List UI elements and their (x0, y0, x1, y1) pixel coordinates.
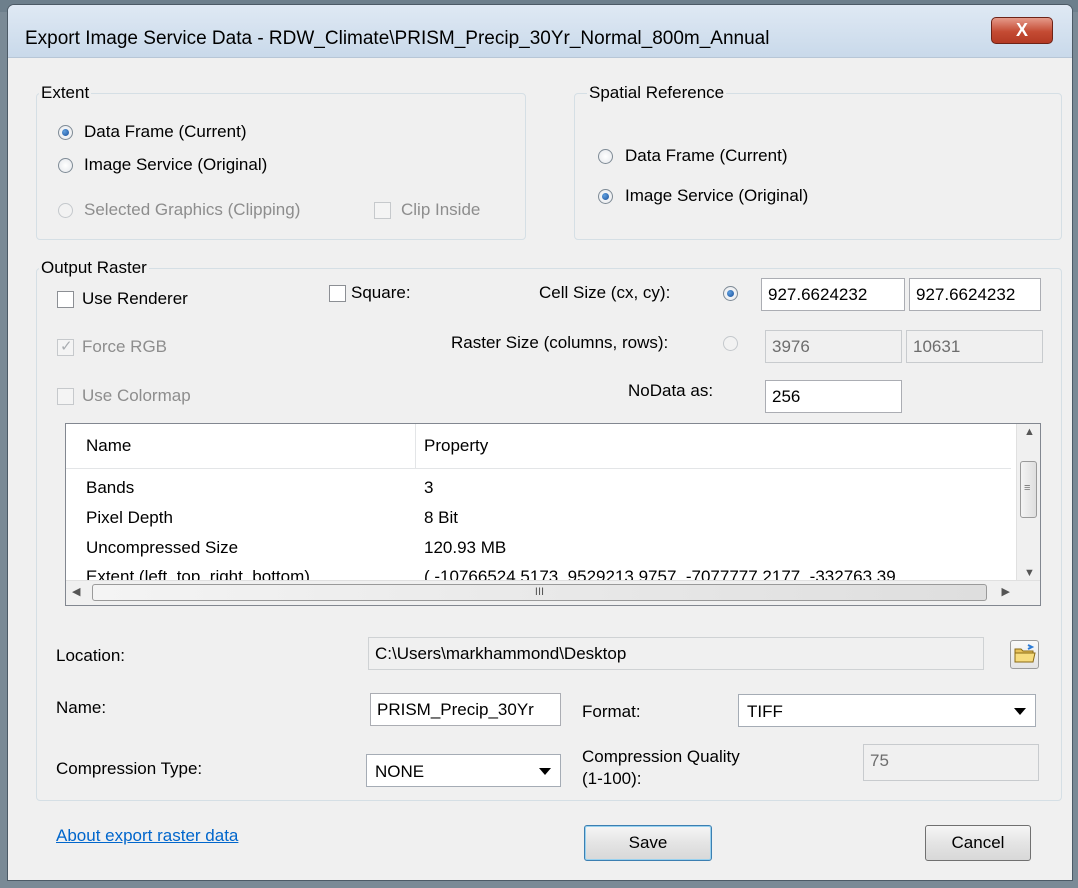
close-icon: X (1015, 20, 1028, 40)
compression-quality-input[interactable]: 75 (863, 744, 1039, 781)
chevron-down-icon (1014, 708, 1026, 715)
export-dialog: Export Image Service Data - RDW_Climate\… (7, 4, 1073, 881)
row-name: Bands (86, 478, 135, 497)
extent-data-frame-label: Data Frame (Current) (84, 122, 247, 141)
scroll-down-icon[interactable]: ▼ (1024, 567, 1035, 579)
cancel-button[interactable]: Cancel (925, 825, 1031, 861)
name-label: Name: (56, 698, 107, 717)
use-colormap-label: Use Colormap (82, 386, 191, 405)
browse-folder-button[interactable] (1010, 640, 1039, 669)
use-renderer-label: Use Renderer (82, 289, 188, 308)
square-label: Square: (351, 283, 411, 302)
nodata-label: NoData as: (628, 381, 714, 400)
compression-type-value: NONE (375, 762, 425, 781)
format-label: Format: (582, 702, 641, 721)
spatial-reference-group (574, 93, 1062, 240)
vertical-scrollbar[interactable]: ▲ ≡ ▼ (1016, 424, 1040, 582)
extent-selected-graphics-label: Selected Graphics (Clipping) (84, 200, 301, 219)
location-label: Location: (56, 646, 125, 665)
chevron-down-icon (539, 768, 551, 775)
output-raster-legend: Output Raster (39, 258, 149, 278)
compression-type-dropdown[interactable]: NONE (366, 754, 561, 787)
window-title: Export Image Service Data - RDW_Climate\… (25, 28, 770, 49)
grip-icon: ≡ (1024, 482, 1031, 494)
save-button[interactable]: Save (584, 825, 712, 861)
location-input[interactable]: C:\Users\markhammond\Desktop (368, 637, 984, 670)
column-divider (415, 424, 416, 468)
close-button[interactable]: X (991, 17, 1053, 44)
scroll-left-icon[interactable]: ◀ (72, 585, 80, 598)
folder-icon (1014, 644, 1036, 663)
sr-image-service-radio[interactable] (598, 189, 613, 204)
spatial-reference-legend: Spatial Reference (587, 83, 727, 103)
compression-quality-label: Compression Quality (1-100): (582, 746, 740, 790)
square-checkbox[interactable] (329, 285, 346, 302)
horizontal-scroll-thumb[interactable]: III (92, 584, 987, 601)
cell-size-radio[interactable] (723, 286, 738, 301)
scroll-right-icon[interactable]: ▶ (1002, 585, 1010, 598)
sr-image-service-label: Image Service (Original) (625, 186, 809, 205)
row-name: Uncompressed Size (86, 538, 239, 557)
about-export-link[interactable]: About export raster data (56, 826, 238, 846)
raster-size-radio[interactable] (723, 336, 738, 351)
cell-size-cy-input[interactable]: 927.6624232 (909, 278, 1041, 311)
row-value: 120.93 MB (424, 538, 507, 557)
use-colormap-checkbox[interactable] (57, 388, 74, 405)
dialog-body: Extent Data Frame (Current) Image Servic… (8, 58, 1072, 880)
row-value: 3 (424, 478, 434, 497)
raster-size-label: Raster Size (columns, rows): (451, 333, 669, 352)
row-value: 8 Bit (424, 508, 459, 527)
clip-inside-checkbox[interactable] (374, 202, 391, 219)
nodata-input[interactable]: 256 (765, 380, 902, 413)
use-renderer-checkbox[interactable] (57, 291, 74, 308)
clip-inside-label: Clip Inside (401, 200, 481, 219)
properties-header: Name Property (66, 424, 1011, 469)
sr-data-frame-radio[interactable] (598, 149, 613, 164)
name-input[interactable]: PRISM_Precip_30Yr (370, 693, 561, 726)
force-rgb-label: Force RGB (82, 337, 168, 356)
format-value: TIFF (747, 702, 783, 721)
scroll-up-icon[interactable]: ▲ (1024, 426, 1035, 438)
sr-data-frame-label: Data Frame (Current) (625, 146, 788, 165)
horizontal-scrollbar[interactable]: ◀ III ▶ (66, 580, 1040, 605)
compression-type-label: Compression Type: (56, 759, 203, 778)
extent-image-service-label: Image Service (Original) (84, 155, 268, 174)
cell-size-label: Cell Size (cx, cy): (539, 283, 671, 302)
row-name: Pixel Depth (86, 508, 173, 527)
column-header-property[interactable]: Property (424, 436, 488, 456)
vertical-scroll-thumb[interactable]: ≡ (1020, 461, 1037, 518)
compression-quality-label-line2: (1-100): (582, 769, 642, 788)
raster-columns-input[interactable]: 3976 (765, 330, 902, 363)
checkmark-icon: ✓ (60, 338, 73, 355)
force-rgb-checkbox[interactable]: ✓ (57, 338, 74, 356)
cell-size-cx-input[interactable]: 927.6624232 (761, 278, 905, 311)
column-header-name[interactable]: Name (86, 436, 131, 456)
compression-quality-label-line1: Compression Quality (582, 747, 740, 766)
properties-list[interactable]: Name Property Bands 3 Pixel Depth 8 Bit … (65, 423, 1041, 606)
title-bar: Export Image Service Data - RDW_Climate\… (8, 5, 1072, 58)
extent-legend: Extent (39, 83, 92, 103)
scroll-grip: III (534, 586, 545, 598)
extent-image-service-radio[interactable] (58, 158, 73, 173)
extent-selected-graphics-radio[interactable] (58, 203, 73, 218)
raster-rows-input[interactable]: 10631 (906, 330, 1043, 363)
extent-data-frame-radio[interactable] (58, 125, 73, 140)
format-dropdown[interactable]: TIFF (738, 694, 1036, 727)
